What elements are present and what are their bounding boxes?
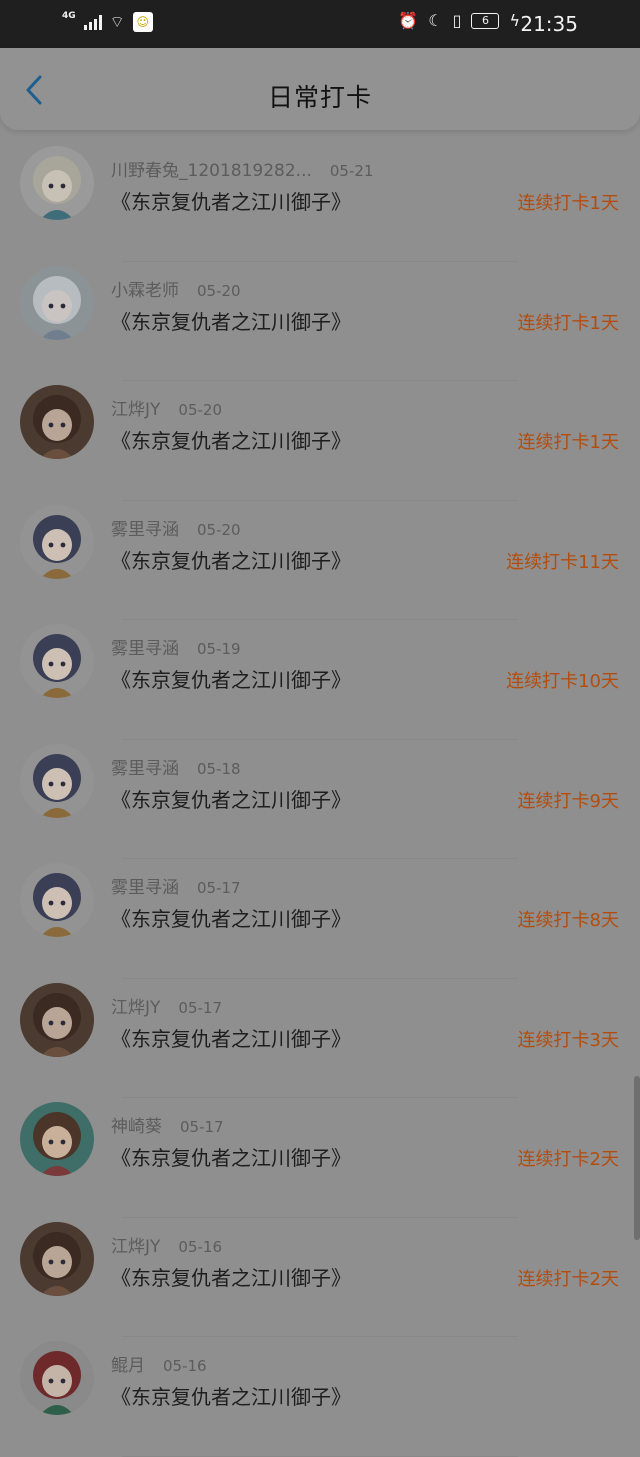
book-title: 《东京复仇者之江川御子》 <box>111 1265 351 1290</box>
streak-label: 连续打卡8天 <box>517 910 619 931</box>
page-title: 日常打卡 <box>267 83 372 112</box>
checkin-date: 05-16 <box>178 1237 222 1256</box>
book-title: 《东京复仇者之江川御子》 <box>111 190 351 214</box>
username[interactable]: 雾里寻涵 <box>111 639 179 659</box>
header: 日常打卡 <box>0 48 640 130</box>
username[interactable]: 雾里寻涵 <box>111 759 179 779</box>
checkin-date: 05-20 <box>178 401 222 419</box>
user-avatar[interactable] <box>20 743 94 818</box>
checkin-row[interactable]: 雾里寻涵 05-20 《东京复仇者之江川御子》 连续打卡11天 <box>0 501 640 620</box>
book-title: 《东京复仇者之江川御子》 <box>111 787 351 812</box>
scrollbar[interactable] <box>634 1076 640 1240</box>
clock: 21:35 <box>520 12 578 36</box>
username[interactable]: 江烨JY <box>111 1237 160 1257</box>
username[interactable]: 小霖老师 <box>111 281 179 301</box>
streak-label: 连续打卡1天 <box>517 312 619 334</box>
checkin-date: 05-17 <box>180 1118 224 1136</box>
book-title: 《东京复仇者之江川御子》 <box>111 1385 351 1409</box>
checkin-date: 05-17 <box>197 879 241 897</box>
status-bar: 4G ⌔ ☺ ⏰ ☾ ▯ 6 ϟ 21:35 <box>0 0 640 48</box>
checkin-row[interactable]: 鲲月 05-16 《东京复仇者之江川御子》 <box>0 1337 640 1457</box>
streak-label: 连续打卡11天 <box>506 551 619 573</box>
book-title: 《东京复仇者之江川御子》 <box>111 668 351 692</box>
checkin-row[interactable]: 江烨JY 05-20 《东京复仇者之江川御子》 连续打卡1天 <box>0 381 640 501</box>
moon-icon: ☾ <box>428 11 443 30</box>
streak-label: 连续打卡10天 <box>506 671 619 692</box>
checkin-row[interactable]: 江烨JY 05-16 《东京复仇者之江川御子》 连续打卡2天 <box>0 1218 640 1337</box>
vibrate-icon: ▯ <box>452 11 462 30</box>
checkin-date: 05-18 <box>197 759 241 778</box>
status-bar-right: ⏰ ☾ ▯ 6 ϟ <box>398 11 520 30</box>
checkin-date: 05-19 <box>197 640 241 658</box>
checkin-date: 05-17 <box>178 998 222 1017</box>
streak-label: 连续打卡3天 <box>517 1029 619 1051</box>
checkin-row[interactable]: 雾里寻涵 05-17 《东京复仇者之江川御子》 连续打卡8天 <box>0 859 640 979</box>
row-meta: 江烨JY 05-17 <box>111 993 222 1018</box>
row-meta: 神崎葵 05-17 <box>111 1112 224 1137</box>
charging-icon: ϟ <box>509 11 520 30</box>
checkin-row[interactable]: 江烨JY 05-17 《东京复仇者之江川御子》 连续打卡3天 <box>0 979 640 1098</box>
row-meta: 小霖老师 05-20 <box>111 276 241 301</box>
checkin-row[interactable]: 雾里寻涵 05-19 《东京复仇者之江川御子》 连续打卡10天 <box>0 620 640 740</box>
username[interactable]: 江烨JY <box>111 998 160 1018</box>
row-meta: 江烨JY 05-16 <box>111 1232 222 1257</box>
checkin-row[interactable]: 川野春兔_1201819282... 05-21 《东京复仇者之江川御子》 连续打卡1… <box>0 142 640 262</box>
book-title: 《东京复仇者之江川御子》 <box>111 907 351 931</box>
user-avatar[interactable] <box>20 504 94 579</box>
row-meta: 雾里寻涵 05-19 <box>111 634 241 659</box>
status-bar-left: 4G ⌔ ☺ <box>62 11 153 32</box>
streak-label: 连续打卡9天 <box>517 790 619 812</box>
wifi-icon: ⌔ <box>109 12 125 31</box>
user-avatar[interactable] <box>20 624 94 698</box>
signal-icon <box>83 14 102 30</box>
row-meta: 雾里寻涵 05-18 <box>111 754 241 779</box>
row-meta: 川野春兔_1201819282... 05-21 <box>111 156 373 181</box>
network-type: 4G <box>62 11 76 21</box>
username[interactable]: 鲲月 <box>111 1356 145 1376</box>
row-meta: 雾里寻涵 05-20 <box>111 515 241 540</box>
user-avatar[interactable] <box>20 863 94 937</box>
username[interactable]: 江烨JY <box>111 400 160 420</box>
book-title: 《东京复仇者之江川御子》 <box>111 429 351 453</box>
username[interactable]: 雾里寻涵 <box>111 520 179 540</box>
user-avatar[interactable] <box>20 1102 94 1176</box>
checkin-date: 05-21 <box>329 162 374 180</box>
checkin-date: 05-20 <box>197 520 241 539</box>
book-title: 《东京复仇者之江川御子》 <box>111 1146 351 1170</box>
username[interactable]: 神崎葵 <box>111 1117 162 1137</box>
streak-label: 连续打卡1天 <box>517 193 619 214</box>
book-title: 《东京复仇者之江川御子》 <box>111 309 351 334</box>
username[interactable]: 雾里寻涵 <box>111 878 179 898</box>
streak-label: 连续打卡1天 <box>517 432 619 453</box>
battery-icon: 6 <box>471 12 500 29</box>
checkin-row[interactable]: 雾里寻涵 05-18 《东京复仇者之江川御子》 连续打卡9天 <box>0 740 640 859</box>
row-divider <box>122 1455 518 1457</box>
row-meta: 江烨JY 05-20 <box>111 395 222 420</box>
checkin-date: 05-20 <box>197 281 241 300</box>
alarm-icon: ⏰ <box>398 11 419 30</box>
user-avatar[interactable] <box>20 265 94 340</box>
user-avatar[interactable] <box>20 1221 94 1296</box>
user-avatar[interactable] <box>20 982 94 1057</box>
checkin-date: 05-16 <box>163 1357 207 1375</box>
streak-label: 连续打卡2天 <box>517 1149 619 1170</box>
user-avatar[interactable] <box>20 1341 94 1415</box>
username[interactable]: 川野春兔_1201819282... <box>111 161 312 181</box>
app-notification-icon: ☺ <box>132 12 153 32</box>
row-meta: 鲲月 05-16 <box>111 1351 207 1376</box>
battery-level: 6 <box>481 14 489 27</box>
row-meta: 雾里寻涵 05-17 <box>111 873 241 898</box>
book-title: 《东京复仇者之江川御子》 <box>111 548 351 573</box>
user-avatar[interactable] <box>20 385 94 459</box>
checkin-row[interactable]: 神崎葵 05-17 《东京复仇者之江川御子》 连续打卡2天 <box>0 1098 640 1218</box>
book-title: 《东京复仇者之江川御子》 <box>111 1026 351 1051</box>
checkin-list: 川野春兔_1201819282... 05-21 《东京复仇者之江川御子》 连续打卡1… <box>0 142 640 1457</box>
user-avatar[interactable] <box>20 146 94 220</box>
checkin-row[interactable]: 小霖老师 05-20 《东京复仇者之江川御子》 连续打卡1天 <box>0 262 640 381</box>
streak-label: 连续打卡2天 <box>517 1268 619 1290</box>
